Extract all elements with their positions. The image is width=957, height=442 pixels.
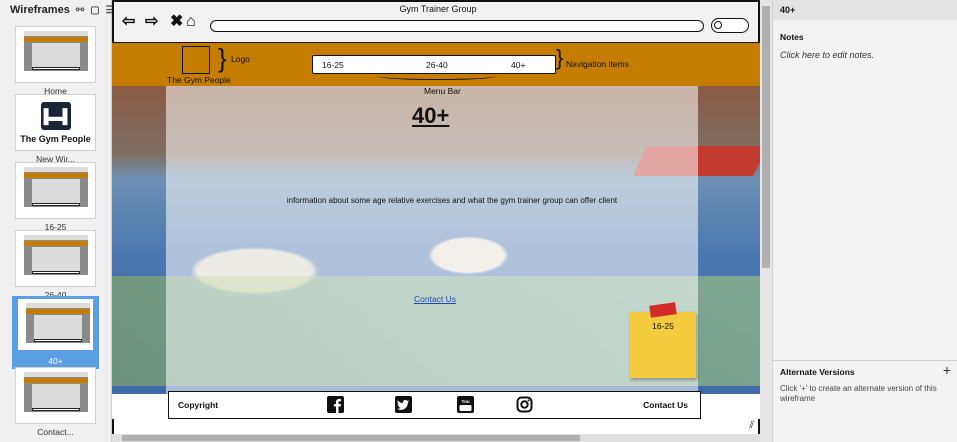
wireframe-label: 40+ [48,356,63,366]
notes-field[interactable]: Click here to edit notes. [780,50,874,60]
youtube-icon[interactable]: You [457,396,474,413]
canvas-bottom-edge: ⫽ [112,419,760,434]
resize-handle-icon[interactable]: ⫽ [750,420,754,431]
wireframes-panel: Wireframes ⚯ ▢ ☰ Home ▐▬▌ The Gym People… [0,0,115,442]
twitter-icon[interactable] [395,396,412,413]
forward-arrow-icon[interactable]: ⇨ [145,14,158,30]
info-text: information about some age relative exer… [286,196,618,205]
content-overlay [166,86,698,394]
notes-heading: Notes [780,32,804,42]
brace-annotation: } [218,43,227,73]
browser-title: Gym Trainer Group [399,4,477,14]
wireframe-thumb-26-40[interactable]: 26-40 [15,230,96,300]
app-window: Wireframes ⚯ ▢ ☰ Home ▐▬▌ The Gym People… [0,0,957,442]
copyright-text: Copyright [178,400,219,410]
svg-text:You: You [461,399,469,404]
divider [773,360,957,361]
wireframe-thumb-contact[interactable]: Contact... [15,367,96,437]
wireframes-header: Wireframes ⚯ ▢ ☰ [0,0,115,20]
close-icon[interactable]: ✖ [170,14,183,30]
alternate-versions-heading: Alternate Versions [780,367,855,377]
vertical-scrollbar[interactable] [760,0,772,442]
wireframes-title: Wireframes [10,4,70,16]
logo-text: The Gym People [20,133,91,144]
nav-item-26-40[interactable]: 26-40 [426,60,448,70]
grid-view-icon[interactable]: ▢ [90,5,99,16]
menu-brace-annotation [377,72,497,80]
nav-item-16-25[interactable]: 16-25 [322,60,344,70]
wireframe-thumb-new[interactable]: ▐▬▌ The Gym People New Wir... [15,94,96,164]
home-icon[interactable]: ⌂ [186,14,196,30]
site-footer: Copyright You Contact Us [168,391,701,419]
contact-link[interactable]: Contact Us [414,294,456,304]
url-bar[interactable] [210,20,704,32]
page-title: 40+ [412,103,450,128]
properties-panel: 40+ Notes Click here to edit notes. Alte… [772,0,957,442]
search-box[interactable] [711,18,749,33]
wireframe-canvas[interactable]: Gym Trainer Group ⇦ ⇨ ✖ ⌂ } Logo The Gym… [112,0,760,442]
scroll-thumb[interactable] [762,6,770,268]
footer-contact[interactable]: Contact Us [643,400,688,410]
menu-bar-label: Menu Bar [424,86,461,96]
facebook-icon[interactable] [327,396,344,413]
sticky-text: 16-25 [652,321,674,331]
link-icon[interactable]: ⚯ [76,5,84,16]
plus-icon[interactable]: + [943,362,951,378]
wireframe-label: Contact... [37,427,74,437]
search-icon [714,21,722,29]
tape-icon [649,302,677,318]
back-arrow-icon[interactable]: ⇦ [122,14,135,30]
browser-chrome: Gym Trainer Group ⇦ ⇨ ✖ ⌂ [112,0,760,43]
nav-label: Navigation items [566,59,629,69]
scroll-thumb[interactable] [122,435,580,441]
brace-annotation: } [556,45,564,70]
brand-name: The Gym People [167,75,231,85]
dumbbell-icon: ▐▬▌ [39,101,72,130]
sticky-note[interactable]: 16-25 [630,302,696,378]
wireframe-thumb-home[interactable]: Home [15,26,96,96]
instagram-icon[interactable] [516,396,533,413]
site-header: } Logo The Gym People 16-25 26-40 40+ } … [112,43,760,86]
panel-title: 40+ [773,0,957,20]
alternate-versions-description: Click '+' to create an alternate version… [780,384,937,403]
horizontal-scrollbar[interactable] [112,434,760,442]
wireframe-thumb-16-25[interactable]: 16-25 [15,162,96,232]
nav-item-40plus[interactable]: 40+ [511,60,525,70]
logo-placeholder[interactable] [182,46,210,74]
logo-label: Logo [231,54,250,64]
wireframe-thumb-40plus[interactable]: 40+ [12,296,99,369]
